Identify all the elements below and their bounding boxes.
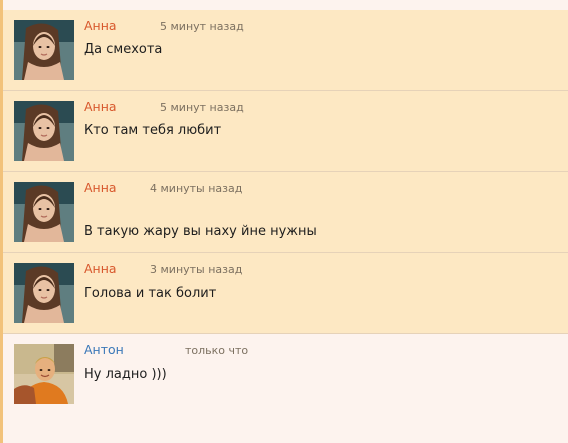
message-text: Кто там тебя любит — [84, 123, 222, 138]
message-text: Да смехота — [84, 42, 163, 57]
message-item: Анна 3 минуты назад Голова и так болит — [3, 253, 568, 334]
avatar-anna[interactable] — [14, 263, 74, 323]
avatar-anton[interactable] — [14, 344, 74, 404]
message-author[interactable]: Анна — [84, 18, 117, 34]
message-time: 5 минут назад — [160, 101, 244, 114]
message-text: Ну ладно ))) — [84, 367, 167, 382]
avatar-anna[interactable] — [14, 101, 74, 161]
message-time: 4 минуты назад — [150, 182, 243, 195]
avatar-anna[interactable] — [14, 20, 74, 80]
message-item: Анна 5 минут назад Кто там тебя любит — [3, 91, 568, 172]
message-text: Голова и так болит — [84, 286, 217, 301]
message-item: Антон только что Ну ладно ))) — [3, 334, 568, 443]
message-item: Анна 5 минут назад Да смехота — [3, 10, 568, 91]
message-author[interactable]: Анна — [84, 99, 117, 115]
message-time: 5 минут назад — [160, 20, 244, 33]
avatar-anna[interactable] — [14, 182, 74, 242]
message-time: только что — [185, 344, 249, 357]
chat-history: Анна 5 минут назад Да смехота Анна 5 мин… — [0, 0, 568, 443]
message-author[interactable]: Анна — [84, 261, 117, 277]
message-item: Анна 4 минуты назад В такую жару вы наху… — [3, 172, 568, 253]
message-time: 3 минуты назад — [150, 263, 243, 276]
message-author[interactable]: Анна — [84, 180, 117, 196]
message-text: В такую жару вы наху йне нужны — [84, 224, 317, 239]
message-author[interactable]: Антон — [84, 342, 124, 358]
